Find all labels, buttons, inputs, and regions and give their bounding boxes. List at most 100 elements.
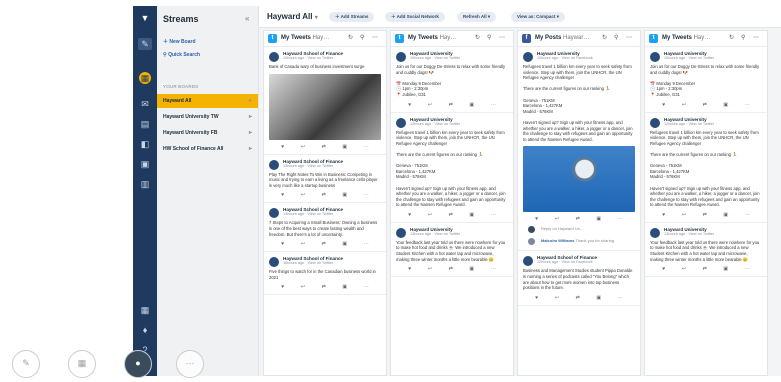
more-icon[interactable]: ⋯ xyxy=(618,295,623,301)
avatar[interactable] xyxy=(523,256,533,267)
retweet-icon[interactable]: ⇄ xyxy=(576,295,580,301)
board-item[interactable]: HW School of Finance All ▸ xyxy=(157,142,258,156)
collapse-icon[interactable]: « xyxy=(245,14,249,23)
share-icon[interactable]: ▣ xyxy=(723,266,728,272)
notifications-icon[interactable]: ♦ xyxy=(138,324,152,336)
like-icon[interactable]: ♥ xyxy=(662,212,665,218)
analytics-icon[interactable]: ▥ xyxy=(138,178,152,190)
avatar[interactable] xyxy=(650,52,660,62)
more-icon[interactable]: ⋯ xyxy=(491,212,496,218)
like-icon[interactable]: ♥ xyxy=(408,102,411,108)
layout-icon[interactable]: ▦ xyxy=(68,350,96,378)
share-icon[interactable]: ▣ xyxy=(342,284,347,290)
like-icon[interactable]: ♥ xyxy=(535,295,538,301)
more-icon[interactable]: ⋯ xyxy=(364,192,369,198)
more-options-icon[interactable]: ⋯ xyxy=(372,34,378,41)
avatar[interactable] xyxy=(650,117,660,128)
new-board-link[interactable]: ＋ New Board xyxy=(163,38,196,45)
post-meta[interactable]: 10hours ago · View on Twitter xyxy=(283,56,381,60)
more-options-icon[interactable]: ⋯ xyxy=(499,34,505,41)
share-icon[interactable]: ▣ xyxy=(596,295,601,301)
reply-icon[interactable]: ↩ xyxy=(682,212,686,218)
reply-icon[interactable]: ↩ xyxy=(428,212,432,218)
reply-icon[interactable]: ↩ xyxy=(555,216,559,222)
like-icon[interactable]: ♥ xyxy=(662,266,665,272)
avatar[interactable] xyxy=(396,52,406,62)
share-icon[interactable]: ▣ xyxy=(596,216,601,222)
like-icon[interactable]: ♥ xyxy=(281,241,284,247)
share-icon[interactable]: ▣ xyxy=(469,212,474,218)
refresh-icon[interactable]: ↻ xyxy=(729,34,734,41)
add-streams-button[interactable]: ＋ Add Streams xyxy=(329,12,375,22)
post-meta[interactable]: 14hours ago · View on Twitter xyxy=(283,212,381,216)
publisher-icon[interactable]: ✉ xyxy=(138,98,152,110)
view-mode-select[interactable]: View as: Compact ▾ xyxy=(511,12,565,22)
avatar[interactable] xyxy=(396,117,406,128)
retweet-icon[interactable]: ⇄ xyxy=(322,241,326,247)
more-icon[interactable]: ⋯ xyxy=(745,266,750,272)
like-icon[interactable]: ♥ xyxy=(535,216,538,222)
reply-icon[interactable]: ↩ xyxy=(301,144,305,150)
reply-icon[interactable]: ↩ xyxy=(428,266,432,272)
streams-icon[interactable]: ▦ xyxy=(139,72,151,84)
board-item[interactable]: Hayward All ▸ xyxy=(157,94,258,108)
retweet-icon[interactable]: ⇄ xyxy=(576,216,580,222)
reply-icon[interactable]: ↩ xyxy=(301,241,305,247)
more-options-icon[interactable]: ⋯ xyxy=(753,34,759,41)
inbox-icon[interactable]: ▤ xyxy=(138,118,152,130)
refresh-icon[interactable]: ↻ xyxy=(602,34,607,41)
refresh-icon[interactable]: ↻ xyxy=(475,34,480,41)
retweet-icon[interactable]: ⇄ xyxy=(449,102,453,108)
post-meta[interactable]: 13hours ago · View on Twitter xyxy=(283,164,381,168)
search-icon[interactable]: ⚲ xyxy=(487,34,491,41)
reply-icon[interactable]: ↩ xyxy=(555,295,559,301)
refresh-icon[interactable]: ↻ xyxy=(348,34,353,41)
retweet-icon[interactable]: ⇄ xyxy=(449,212,453,218)
apps-icon[interactable]: ▦ xyxy=(138,304,152,316)
like-icon[interactable]: ♥ xyxy=(281,284,284,290)
avatar[interactable] xyxy=(650,227,660,238)
retweet-icon[interactable]: ⇄ xyxy=(322,144,326,150)
retweet-icon[interactable]: ⇄ xyxy=(703,266,707,272)
post-meta[interactable]: 12hours ago · View on Facebook xyxy=(537,260,635,264)
share-icon[interactable]: ▣ xyxy=(723,212,728,218)
more-icon[interactable]: ⋯ xyxy=(491,102,496,108)
avatar[interactable] xyxy=(396,227,406,238)
post-meta[interactable]: 10hours ago · View on Twitter xyxy=(410,56,508,60)
post-meta[interactable]: 10hours ago · View on Facebook xyxy=(537,56,635,60)
avatar[interactable] xyxy=(269,257,279,268)
retweet-icon[interactable]: ⇄ xyxy=(703,212,707,218)
reply-icon[interactable]: ↩ xyxy=(682,102,686,108)
board-item[interactable]: Hayward University FB ▸ xyxy=(157,126,258,140)
post-meta[interactable]: 12hours ago · View on Twitter xyxy=(664,122,762,126)
post-meta[interactable]: 10hours ago · View on Twitter xyxy=(664,56,762,60)
post-meta[interactable]: 12hours ago · View on Twitter xyxy=(410,122,508,126)
more-icon[interactable]: ⋯ xyxy=(618,216,623,222)
compose-icon[interactable]: ✎ xyxy=(138,38,152,50)
avatar[interactable] xyxy=(269,52,279,62)
add-network-button[interactable]: ＋ Add Social Network xyxy=(385,12,445,22)
owl-logo-icon[interactable]: ▼ xyxy=(138,12,152,24)
refresh-all-button[interactable]: Refresh All ▾ xyxy=(457,12,497,22)
quick-search-link[interactable]: ⚲ Quick Search xyxy=(163,52,200,58)
avatar[interactable] xyxy=(269,159,279,170)
share-icon[interactable]: ▣ xyxy=(469,102,474,108)
reply-icon[interactable]: ↩ xyxy=(301,192,305,198)
board-tab[interactable]: Hayward All ▾ xyxy=(267,12,318,21)
share-icon[interactable]: ▣ xyxy=(342,144,347,150)
post-image[interactable] xyxy=(523,146,635,213)
share-icon[interactable]: ▣ xyxy=(342,192,347,198)
reply-input[interactable]: Reply on Hayward Un… xyxy=(523,224,635,236)
commenter-name[interactable]: Malcolm Williams xyxy=(541,238,574,243)
board-item[interactable]: Hayward University TW ▸ xyxy=(157,110,258,124)
like-icon[interactable]: ♥ xyxy=(662,102,665,108)
share-icon[interactable]: ▣ xyxy=(723,102,728,108)
more-icon[interactable]: ⋯ xyxy=(745,102,750,108)
avatar[interactable] xyxy=(523,52,533,62)
assignments-icon[interactable]: ◧ xyxy=(138,138,152,150)
more-icon[interactable]: ⋯ xyxy=(745,212,750,218)
retweet-icon[interactable]: ⇄ xyxy=(322,284,326,290)
search-icon[interactable]: ⚲ xyxy=(741,34,745,41)
post-image[interactable] xyxy=(269,73,381,140)
more-icon[interactable]: ⋯ xyxy=(364,241,369,247)
